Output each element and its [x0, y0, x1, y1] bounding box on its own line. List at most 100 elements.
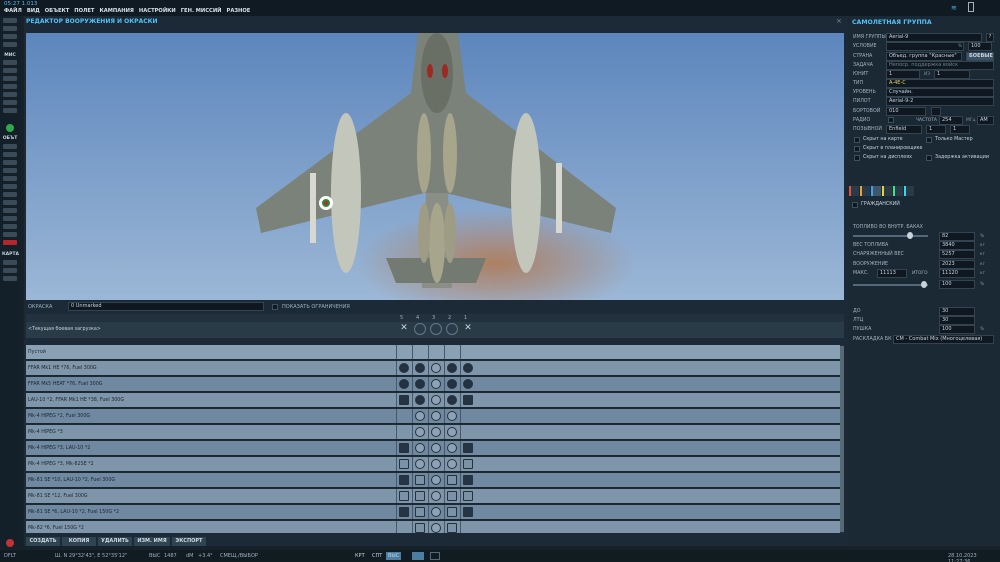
master-only-checkbox[interactable]: [926, 137, 932, 143]
tool-button[interactable]: [3, 100, 17, 105]
current-loadout-row[interactable]: <Текущая боевая загрузка> ✕ ✕: [26, 322, 844, 338]
pylon-1-icon[interactable]: ✕: [462, 323, 474, 335]
loadout-row[interactable]: Mk-4 HIPEG *2, Fuel 300G: [26, 409, 840, 424]
tower-icon[interactable]: [968, 2, 974, 12]
hide-planner-checkbox[interactable]: [854, 146, 860, 152]
tool-button[interactable]: [3, 76, 17, 81]
menu-mission-gen[interactable]: ГЕН. МИССИЙ: [181, 8, 222, 14]
map-mode-spt[interactable]: СПТ: [370, 552, 384, 560]
loadout-row[interactable]: Mk-4 HIPEG *3, Mk-82SE *2: [26, 457, 840, 472]
show-limits-checkbox[interactable]: [272, 304, 278, 310]
summary-tab-icon[interactable]: [882, 186, 892, 196]
delete-tool-button[interactable]: [3, 240, 17, 245]
loadout-row[interactable]: Mk-4 HIPEG *3: [26, 425, 840, 440]
load-pct-input[interactable]: 100: [939, 280, 975, 289]
menu-settings[interactable]: НАСТРОЙКИ: [139, 8, 176, 14]
ammo-select[interactable]: CM - Combat Mix (Многоцелевая): [893, 335, 994, 344]
task-select[interactable]: Непоср. поддержка войск: [886, 61, 994, 70]
tool-button[interactable]: [3, 260, 17, 265]
hide-display-checkbox[interactable]: [854, 155, 860, 161]
hide-map-checkbox[interactable]: [854, 137, 860, 143]
callsign-select[interactable]: Enfield: [886, 125, 922, 134]
rename-button[interactable]: ИЗМ. ИМЯ: [134, 537, 170, 546]
group-name-input[interactable]: Aerial-9: [886, 33, 982, 42]
pylon-5-icon[interactable]: ✕: [398, 323, 410, 335]
tool-button[interactable]: [3, 68, 17, 73]
copy-button[interactable]: КОПИЯ: [62, 537, 96, 546]
loadout-row[interactable]: Mk-81 SE *6, LAU-10 *2, Fuel 150G *2: [26, 505, 840, 520]
loadout-row[interactable]: Mk-4 HIPEG *3, LAU-10 *2: [26, 441, 840, 456]
tool-button[interactable]: [3, 232, 17, 237]
fuel-slider-handle[interactable]: [907, 232, 913, 239]
menu-campaign[interactable]: КАМПАНИЯ: [99, 8, 133, 14]
help-button[interactable]: ?: [986, 33, 994, 42]
scrollbar-thumb[interactable]: [840, 346, 844, 532]
gun-input[interactable]: 100: [939, 325, 975, 334]
menu-flight[interactable]: ПОЛЕТ: [74, 8, 94, 14]
condition-input[interactable]: [886, 42, 964, 51]
tool-button[interactable]: [3, 216, 17, 221]
map-mode-krt[interactable]: КРТ: [353, 552, 367, 560]
tool-button[interactable]: [3, 42, 17, 47]
tool-button[interactable]: [3, 160, 17, 165]
loadout-row[interactable]: LAU-10 *2, FFAR Mk1 HE *38, Fuel 300G: [26, 393, 840, 408]
options-tab-icon[interactable]: [904, 186, 914, 196]
board-edit-icon[interactable]: [931, 107, 941, 116]
menu-file[interactable]: ФАЙЛ: [4, 8, 22, 14]
loadout-row[interactable]: Пустой: [26, 345, 840, 360]
settings-icon[interactable]: [430, 552, 440, 560]
power-icon[interactable]: [6, 539, 14, 547]
pylon-4-icon[interactable]: [414, 323, 426, 335]
loadout-row[interactable]: FFAR Mk5 HEAT *76, Fuel 300G: [26, 377, 840, 392]
radio-checkbox[interactable]: [888, 117, 894, 123]
tool-button[interactable]: [3, 276, 17, 281]
tool-button[interactable]: [3, 60, 17, 65]
condition-pct-input[interactable]: 100: [968, 42, 992, 51]
unit-input[interactable]: 1: [886, 70, 920, 79]
country-select[interactable]: Объед. группа "Красные": [886, 52, 962, 61]
am-select[interactable]: AM: [977, 116, 994, 125]
freq-input[interactable]: 254: [939, 116, 963, 125]
loadout-row[interactable]: Mk-81 SE *10, LAU-10 *2, Fuel 300G: [26, 473, 840, 488]
ltc-input[interactable]: 30: [939, 316, 975, 325]
pylon-2-icon[interactable]: [446, 323, 458, 335]
close-icon[interactable]: ×: [836, 17, 842, 25]
loadout-row[interactable]: FFAR Mk1 HE *76, Fuel 300G: [26, 361, 840, 376]
callsign-num1[interactable]: 1: [926, 125, 946, 134]
tool-button[interactable]: [3, 108, 17, 113]
tool-button[interactable]: [3, 176, 17, 181]
payload-tab-icon[interactable]: [871, 186, 881, 196]
activation-delay-checkbox[interactable]: [926, 155, 932, 161]
tool-button[interactable]: [3, 92, 17, 97]
paint-select[interactable]: 0 Unmarked: [68, 302, 264, 311]
civil-checkbox[interactable]: [852, 202, 858, 208]
unit-of-input[interactable]: 1: [934, 70, 970, 79]
loadout-row[interactable]: Mk-82 *6, Fuel 150G *2: [26, 521, 840, 533]
tool-button[interactable]: [3, 26, 17, 31]
delete-button[interactable]: УДАЛИТЬ: [98, 537, 132, 546]
tool-button[interactable]: [3, 144, 17, 149]
pilot-input[interactable]: Aerial-9-2: [886, 97, 994, 106]
level-select[interactable]: Случайн.: [886, 88, 994, 97]
menu-view[interactable]: ВИД: [27, 8, 40, 14]
help-icon[interactable]: [6, 124, 14, 132]
tool-button[interactable]: [3, 184, 17, 189]
load-slider-handle[interactable]: [921, 281, 927, 288]
tool-button[interactable]: [3, 200, 17, 205]
loadout-row[interactable]: Mk-81 SE *12, Fuel 300G: [26, 489, 840, 504]
callsign-num2[interactable]: 1: [950, 125, 970, 134]
layers-icon[interactable]: [412, 552, 424, 560]
fuel-slider[interactable]: [853, 235, 928, 237]
menu-object[interactable]: ОБЪЕКТ: [45, 8, 70, 14]
tool-button[interactable]: [3, 84, 17, 89]
tool-button[interactable]: [3, 268, 17, 273]
menu-misc[interactable]: РАЗНОЕ: [227, 8, 251, 14]
aircraft-preview[interactable]: [26, 33, 844, 300]
tool-button[interactable]: [3, 224, 17, 229]
export-button[interactable]: ЭКСПОРТ: [172, 537, 206, 546]
triggers-tab-icon[interactable]: [860, 186, 870, 196]
create-button[interactable]: СОЗДАТЬ: [26, 537, 60, 546]
combat-button[interactable]: БОЕВЫЕ: [966, 52, 994, 61]
tool-button[interactable]: [3, 192, 17, 197]
tool-button[interactable]: [3, 152, 17, 157]
